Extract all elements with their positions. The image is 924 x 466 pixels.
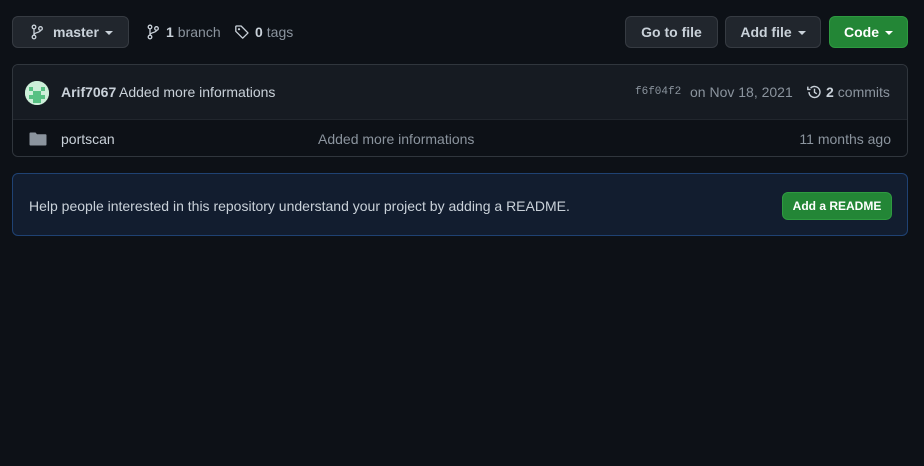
branch-select-button[interactable]: master	[12, 16, 129, 48]
code-button[interactable]: Code	[829, 16, 908, 48]
folder-icon	[29, 132, 47, 146]
repo-toolbar: master 1 branch 0 tags Go to file Add fi…	[12, 16, 908, 48]
add-file-label: Add file	[740, 24, 792, 40]
add-file-button[interactable]: Add file	[725, 16, 821, 48]
chevron-down-icon	[104, 31, 113, 35]
tag-icon	[235, 25, 249, 39]
commit-sha[interactable]: f6f04f2	[635, 86, 681, 98]
commit-author[interactable]: Arif7067	[61, 84, 116, 100]
commits-link[interactable]: 2 commits	[806, 84, 890, 100]
commits-label: commits	[837, 84, 890, 100]
branch-name: master	[53, 24, 99, 40]
branches-link[interactable]: 1 branch	[145, 16, 221, 48]
branches-label: branch	[177, 24, 221, 40]
git-branch-icon	[31, 24, 43, 40]
commits-count: 2	[826, 84, 834, 100]
commit-message[interactable]: Added more informations	[119, 84, 275, 100]
avatar[interactable]	[25, 81, 49, 105]
chevron-down-icon	[797, 31, 806, 35]
tags-count: 0	[255, 24, 263, 40]
go-to-file-button[interactable]: Go to file	[625, 16, 718, 48]
commit-date[interactable]: on Nov 18, 2021	[690, 84, 793, 100]
history-icon	[807, 85, 821, 99]
file-browser: Arif7067 Added more informations f6f04f2…	[12, 64, 908, 157]
go-to-file-label: Go to file	[641, 24, 702, 40]
tags-label: tags	[266, 24, 294, 40]
file-name[interactable]: portscan	[61, 131, 115, 147]
readme-prompt-text: Help people interested in this repositor…	[29, 198, 570, 214]
readme-prompt-banner: Help people interested in this repositor…	[12, 173, 908, 236]
file-age: 11 months ago	[799, 131, 891, 147]
tags-link[interactable]: 0 tags	[234, 16, 293, 48]
branches-count: 1	[166, 24, 174, 40]
git-branch-icon	[147, 24, 159, 40]
file-commit-message[interactable]: Added more informations	[318, 131, 474, 147]
code-label: Code	[844, 24, 879, 40]
latest-commit-row: Arif7067 Added more informations f6f04f2…	[13, 65, 907, 120]
add-readme-button[interactable]: Add a README	[782, 192, 892, 220]
list-item[interactable]: portscan Added more informations 11 mont…	[13, 120, 907, 156]
chevron-down-icon	[885, 31, 893, 35]
